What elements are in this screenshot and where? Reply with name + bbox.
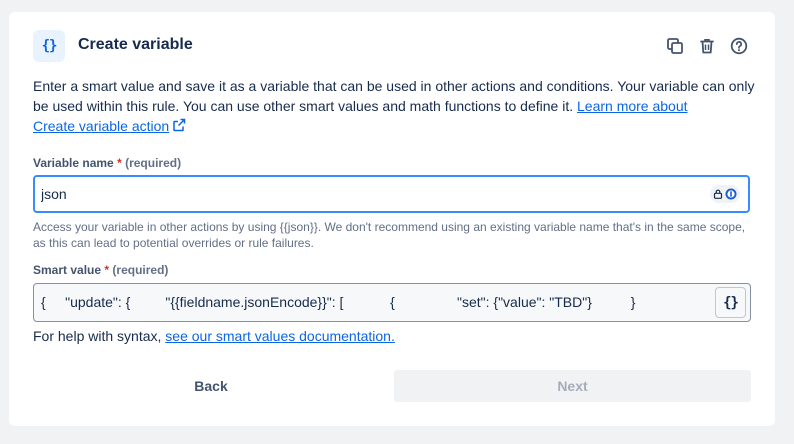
duplicate-icon	[667, 38, 683, 54]
variable-name-field[interactable]	[33, 175, 750, 213]
required-asterisk: *	[117, 156, 122, 170]
braces-icon: {}	[723, 294, 739, 311]
braces-icon-glyph: {}	[41, 38, 58, 54]
required-asterisk: *	[104, 263, 110, 277]
delete-button[interactable]	[695, 34, 719, 58]
password-manager-badge[interactable]	[710, 185, 740, 203]
duplicate-button[interactable]	[663, 34, 687, 58]
smart-value-text[interactable]: { "update": { "{{fieldname.jsonEncode}}"…	[41, 294, 635, 310]
external-link-icon	[173, 118, 186, 132]
back-button[interactable]: Back	[33, 370, 389, 402]
variable-name-help: Access your variable in other actions by…	[33, 220, 746, 250]
trash-icon	[700, 39, 714, 54]
variable-name-label-text: Variable name	[33, 156, 114, 170]
learn-more-link-line1: Learn more about	[577, 98, 688, 114]
smart-values-docs-link[interactable]: see our smart values documentation.	[165, 328, 395, 344]
variable-name-input[interactable]	[41, 177, 681, 211]
syntax-help: For help with syntax, see our smart valu…	[33, 328, 395, 344]
required-text: (required)	[125, 156, 182, 170]
smart-value-label: Smart value * (required)	[33, 263, 168, 277]
panel-header: {} Create variable	[33, 30, 751, 62]
password-manager-icon	[725, 188, 737, 200]
lock-icon	[713, 189, 723, 199]
page-title: Create variable	[78, 36, 193, 53]
required-text: (required)	[112, 263, 169, 277]
next-button[interactable]: Next	[394, 370, 751, 402]
header-actions	[663, 34, 751, 58]
description: Enter a smart value and save it as a var…	[33, 76, 755, 136]
learn-more-link-line2: Create variable action	[33, 118, 170, 134]
variable-name-label: Variable name * (required)	[33, 156, 181, 170]
smart-value-label-text: Smart value	[33, 263, 102, 277]
braces-icon: {}	[33, 30, 65, 62]
smart-value-input[interactable]: { "update": { "{{fieldname.jsonEncode}}"…	[33, 283, 751, 322]
help-button[interactable]	[727, 34, 751, 58]
create-variable-panel: {} Create variable Enter a smart value a…	[9, 12, 775, 426]
syntax-help-text: For help with syntax,	[33, 328, 166, 344]
smart-value-picker-button[interactable]: {}	[715, 287, 746, 318]
question-circle-icon	[730, 37, 748, 55]
